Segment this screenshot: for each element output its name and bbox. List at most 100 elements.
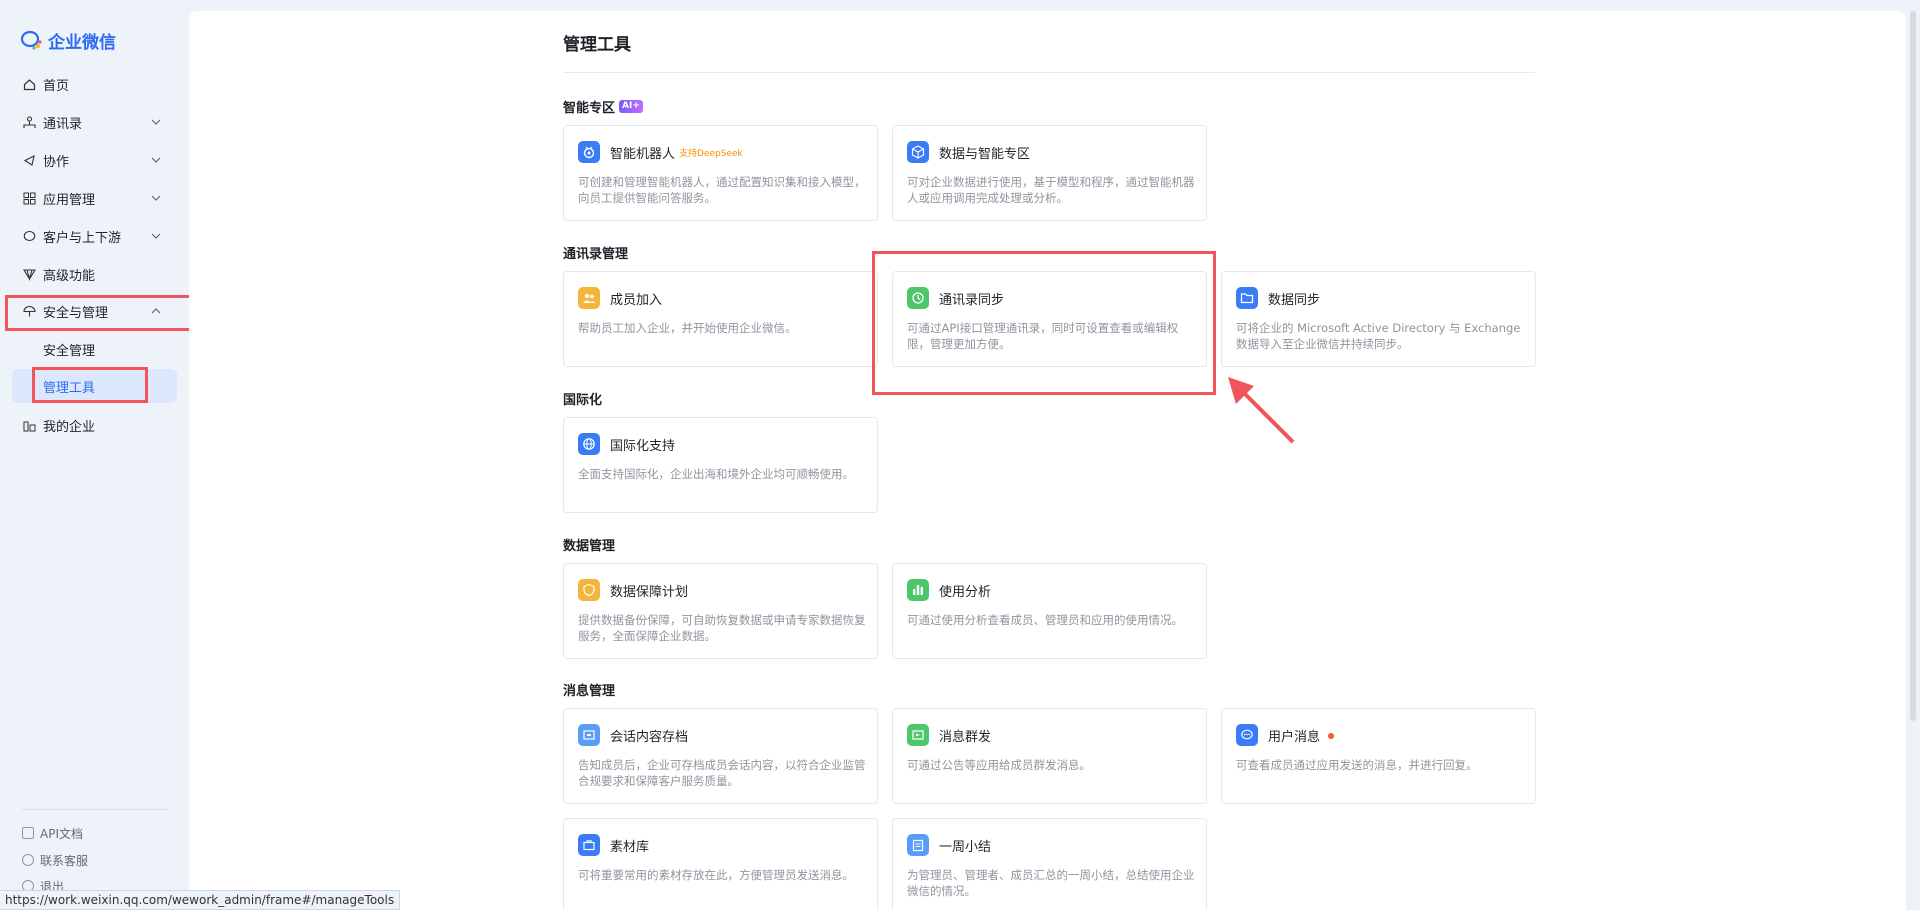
logo-text: 企业微信 bbox=[48, 32, 116, 53]
sidebar-item-my-company[interactable]: 我的企业 bbox=[12, 408, 177, 442]
card-data-protect[interactable]: 数据保障计划 提供数据备份保障，可自助恢复数据或申请专家数据恢复服务，全面保障企… bbox=[563, 563, 878, 659]
sidebar: 企业微信 首页 通讯录 协作 应用管理 客户与上下游 高级功能 安全与管理 安全… bbox=[0, 0, 189, 910]
chevron-up-icon bbox=[151, 308, 161, 314]
sidebar-item-label: 协作 bbox=[43, 154, 70, 170]
card-desc: 可对企业数据进行使用，基于模型和程序，通过智能机器人或应用调用完成处理或分析。 bbox=[907, 175, 1195, 205]
card-usage[interactable]: 使用分析 可通过使用分析查看成员、管理员和应用的使用情况。 bbox=[892, 563, 1207, 659]
divider bbox=[563, 72, 1535, 73]
card-contact-sync[interactable]: 通讯录同步 可通过API接口管理通讯录，同时可设置查看或编辑权限，管理更加方便。 bbox=[892, 271, 1207, 367]
sidebar-item-label: 应用管理 bbox=[43, 192, 96, 208]
card-desc: 可查看成员通过应用发送的消息，并进行回复。 bbox=[1236, 758, 1478, 772]
robot-icon bbox=[578, 141, 600, 163]
card-name-text: 素材库 bbox=[610, 840, 650, 855]
broadcast-icon bbox=[907, 724, 929, 746]
status-bar-url: https://work.weixin.qq.com/wework_admin/… bbox=[0, 890, 401, 910]
sync-clock-icon bbox=[907, 287, 929, 309]
sidebar-item-home[interactable]: 首页 bbox=[12, 67, 177, 101]
card-broadcast[interactable]: 消息群发 可通过公告等应用给成员群发消息。 bbox=[892, 708, 1207, 804]
sidebar-item-advanced[interactable]: 高级功能 bbox=[12, 257, 177, 291]
card-data-ai[interactable]: 数据与智能专区 可对企业数据进行使用，基于模型和程序，通过智能机器人或应用调用完… bbox=[892, 125, 1207, 221]
card-member-join[interactable]: 成员加入 帮助员工加入企业，并开始使用企业微信。 bbox=[563, 271, 878, 367]
section-title-text: 通讯录管理 bbox=[563, 247, 629, 262]
headset-icon bbox=[22, 854, 34, 866]
card-desc: 提供数据备份保障，可自助恢复数据或申请专家数据恢复服务，全面保障企业数据。 bbox=[578, 613, 866, 643]
sidebar-subitem-label: 管理工具 bbox=[43, 380, 96, 396]
card-desc: 为管理员、管理者、成员汇总的一周小结，总结使用企业微信的情况。 bbox=[907, 868, 1195, 898]
company-icon bbox=[22, 418, 36, 432]
card-name-text: 智能机器人 bbox=[610, 147, 676, 162]
card-intl[interactable]: 国际化支持 全面支持国际化，企业出海和境外企业均可顺畅使用。 bbox=[563, 417, 878, 513]
section-title-text: 数据管理 bbox=[563, 539, 616, 554]
wecom-logo-icon bbox=[20, 30, 42, 50]
card-name-text: 数据与智能专区 bbox=[939, 147, 1031, 162]
card-name: 成员加入 bbox=[610, 289, 662, 308]
card-desc: 可将重要常用的素材存放在此，方便管理员发送消息。 bbox=[578, 868, 854, 882]
card-name-text: 通讯录同步 bbox=[939, 293, 1005, 308]
card-name-text: 一周小结 bbox=[939, 840, 992, 855]
card-user-messages[interactable]: 用户消息 可查看成员通过应用发送的消息，并进行回复。 bbox=[1221, 708, 1536, 804]
card-desc: 可通过使用分析查看成员、管理员和应用的使用情况。 bbox=[907, 613, 1183, 627]
card-archive[interactable]: 会话内容存档 告知成员后，企业可存档成员会话内容，以符合企业监管合规要求和保障客… bbox=[563, 708, 878, 804]
card-name-text: 消息群发 bbox=[939, 730, 992, 745]
card-name-text: 会话内容存档 bbox=[610, 730, 689, 745]
card-materials[interactable]: 素材库 可将重要常用的素材存放在此，方便管理员发送消息。 bbox=[563, 818, 878, 910]
logo[interactable]: 企业微信 bbox=[20, 28, 116, 53]
card-desc: 可将企业的 Microsoft Active Directory 与 Excha… bbox=[1236, 321, 1521, 351]
sidebar-item-security[interactable]: 安全与管理 bbox=[12, 294, 177, 328]
members-icon bbox=[578, 287, 600, 309]
card-data-sync[interactable]: 数据同步 可将企业的 Microsoft Active Directory 与 … bbox=[1221, 271, 1536, 367]
scrollbar[interactable] bbox=[1910, 11, 1916, 721]
contact-support-link[interactable]: 联系客服 bbox=[22, 850, 88, 870]
card-weekly[interactable]: 一周小结 为管理员、管理者、成员汇总的一周小结，总结使用企业微信的情况。 bbox=[892, 818, 1207, 910]
chevron-down-icon bbox=[151, 119, 161, 125]
card-name: 国际化支持 bbox=[610, 435, 675, 454]
card-name: 使用分析 bbox=[939, 581, 991, 600]
card-name: 数据同步 bbox=[1268, 289, 1320, 308]
folder-icon bbox=[1236, 287, 1258, 309]
cube-icon bbox=[907, 141, 929, 163]
sidebar-item-label: 高级功能 bbox=[43, 268, 96, 284]
sidebar-subitem-manage-tools[interactable]: 管理工具 bbox=[12, 369, 177, 403]
sidebar-item-contacts[interactable]: 通讯录 bbox=[12, 105, 177, 139]
clipboard-icon bbox=[907, 834, 929, 856]
chat-icon bbox=[22, 229, 36, 243]
sidebar-item-label: 我的企业 bbox=[43, 419, 96, 435]
globe-icon bbox=[578, 433, 600, 455]
deepseek-tag: 支持DeepSeek bbox=[679, 149, 743, 159]
briefcase-icon bbox=[578, 834, 600, 856]
sidebar-item-apps[interactable]: 应用管理 bbox=[12, 181, 177, 215]
card-name: 消息群发 bbox=[939, 726, 991, 745]
api-docs-link[interactable]: API文档 bbox=[22, 823, 83, 843]
sidebar-item-customers[interactable]: 客户与上下游 bbox=[12, 219, 177, 253]
section-title-contacts: 通讯录管理 bbox=[563, 243, 628, 262]
sidebar-subitem-label: 安全管理 bbox=[43, 343, 96, 359]
section-title-intl: 国际化 bbox=[563, 389, 602, 408]
api-docs-label: API文档 bbox=[40, 826, 83, 841]
sidebar-item-label: 安全与管理 bbox=[43, 305, 109, 321]
card-name: 通讯录同步 bbox=[939, 289, 1004, 308]
card-name: 会话内容存档 bbox=[610, 726, 688, 745]
document-icon bbox=[22, 827, 34, 839]
sidebar-item-label: 首页 bbox=[43, 78, 70, 94]
card-desc: 告知成员后，企业可存档成员会话内容，以符合企业监管合规要求和保障客户服务质量。 bbox=[578, 758, 866, 788]
card-name: 数据与智能专区 bbox=[939, 143, 1030, 162]
advanced-icon bbox=[22, 267, 36, 281]
card-name: 数据保障计划 bbox=[610, 581, 688, 600]
sidebar-item-label: 客户与上下游 bbox=[43, 230, 122, 246]
apps-icon bbox=[22, 191, 36, 205]
sidebar-item-collab[interactable]: 协作 bbox=[12, 143, 177, 177]
card-name-text: 使用分析 bbox=[939, 585, 992, 600]
collab-icon bbox=[22, 153, 36, 167]
card-name-text: 成员加入 bbox=[610, 293, 663, 308]
card-name: 智能机器人 支持DeepSeek bbox=[610, 143, 743, 162]
section-title-ai: 智能专区 AI+ bbox=[563, 97, 643, 116]
chevron-down-icon bbox=[151, 233, 161, 239]
card-desc: 全面支持国际化，企业出海和境外企业均可顺畅使用。 bbox=[578, 467, 854, 481]
sidebar-subitem-security-mgmt[interactable]: 安全管理 bbox=[12, 332, 177, 366]
card-name-text: 用户消息 bbox=[1268, 730, 1321, 745]
card-desc: 可通过API接口管理通讯录，同时可设置查看或编辑权限，管理更加方便。 bbox=[907, 321, 1179, 351]
card-name-text: 国际化支持 bbox=[610, 439, 676, 454]
chevron-down-icon bbox=[151, 157, 161, 163]
card-robot[interactable]: 智能机器人 支持DeepSeek 可创建和管理智能机器人，通过配置知识集和接入模… bbox=[563, 125, 878, 221]
section-title-text: 国际化 bbox=[563, 393, 603, 408]
